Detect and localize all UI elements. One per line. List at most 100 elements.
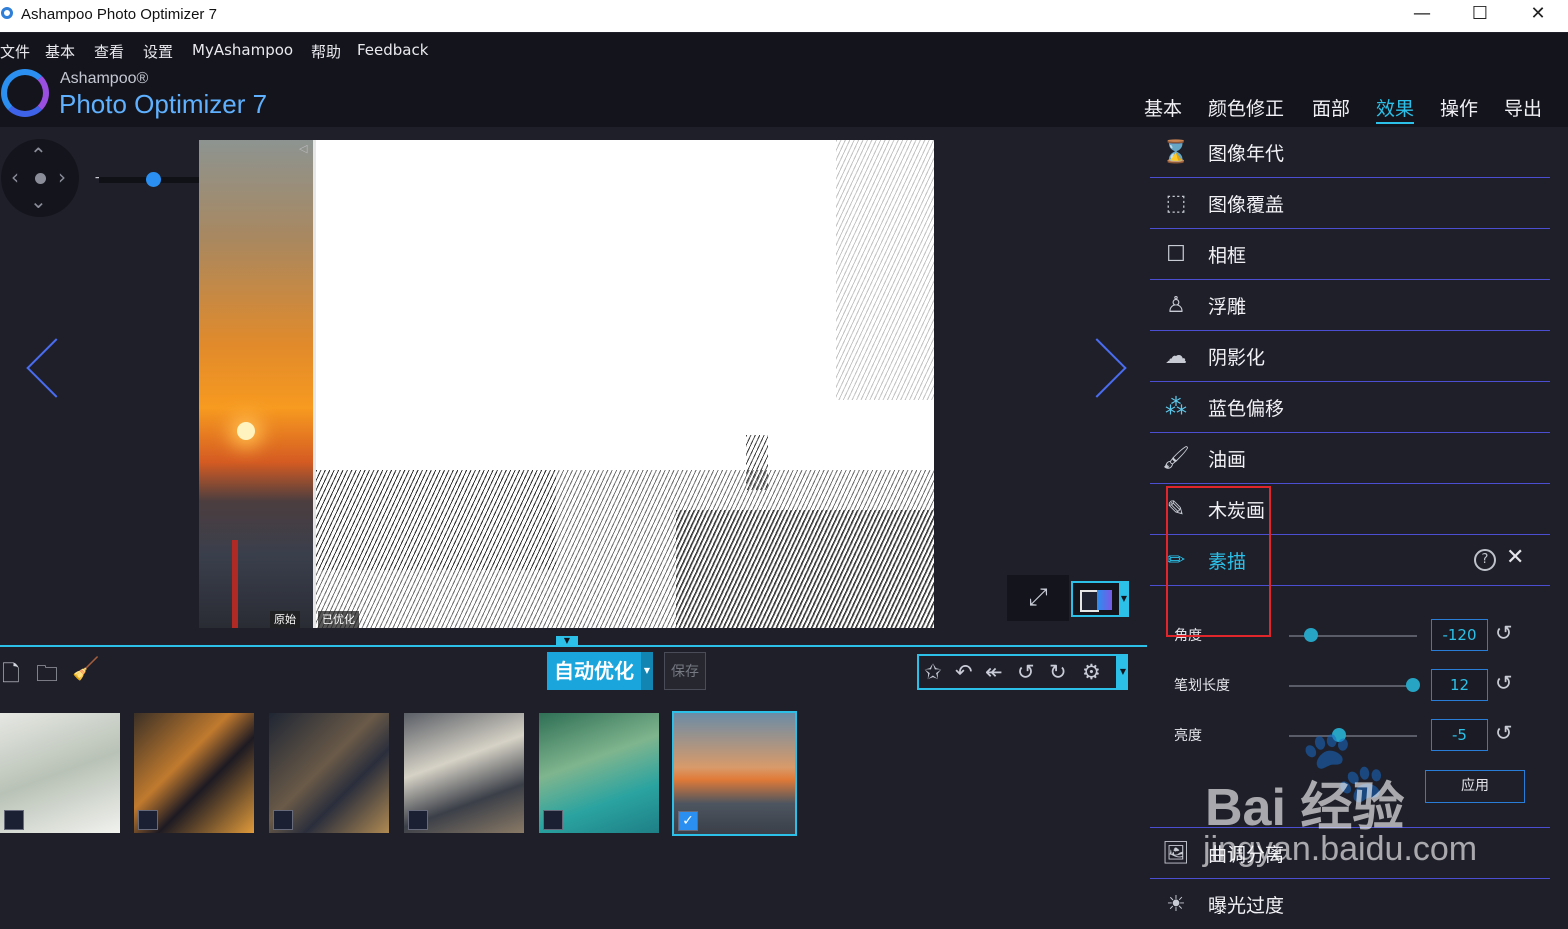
pan-control[interactable]: ⌃ ‹ › ⌄ (1, 139, 79, 217)
divider-left-icon[interactable]: ◁ (299, 142, 307, 155)
tab-export[interactable]: 导出 (1504, 94, 1542, 121)
effect-oil-painting[interactable]: 🖌 油画 (1150, 433, 1550, 484)
tab-actions[interactable]: 操作 (1440, 94, 1478, 121)
undo-all-icon[interactable]: ↞ (985, 660, 1003, 684)
effect-label: 相框 (1208, 245, 1247, 267)
apply-button[interactable]: 应用 (1425, 770, 1525, 803)
effect-shadow[interactable]: ☁ 阴影化 (1150, 331, 1550, 382)
fullscreen-icon[interactable]: ⤢ (1007, 575, 1069, 621)
hourglass-icon: ⌛ (1162, 140, 1190, 165)
thumbnail[interactable] (269, 713, 389, 833)
thumbnail-checkbox-checked[interactable]: ✓ (678, 811, 698, 831)
tab-color-correction[interactable]: 颜色修正 (1208, 94, 1284, 121)
tower-graphic (232, 540, 238, 628)
effect-label: 蓝色偏移 (1208, 398, 1285, 420)
thumbnail-checkbox[interactable] (543, 810, 563, 830)
zoom-slider-handle[interactable] (146, 172, 161, 187)
effect-frame[interactable]: ☐ 相框 (1150, 229, 1550, 280)
label-optimized: 已优化 (318, 611, 359, 628)
tab-basic[interactable]: 基本 (1144, 94, 1182, 121)
param-angle-handle[interactable] (1303, 628, 1318, 642)
effect-image-age[interactable]: ⌛ 图像年代 (1150, 127, 1550, 178)
emboss-icon: ♙ (1166, 293, 1186, 318)
menu-help[interactable]: 帮助 (311, 41, 341, 62)
close-window-button[interactable]: ✕ (1512, 0, 1564, 30)
thumbnail[interactable] (404, 713, 524, 833)
save-button[interactable]: 保存 (664, 652, 706, 690)
reset-angle-icon[interactable]: ↺ (1495, 621, 1513, 645)
effect-label: 浮雕 (1208, 296, 1247, 318)
sketch-hatch (316, 470, 556, 570)
tab-face[interactable]: 面部 (1312, 94, 1350, 121)
pan-up-icon[interactable]: ⌃ (30, 145, 47, 165)
param-brightness-value[interactable]: -5 (1431, 719, 1488, 751)
previous-image-icon[interactable] (26, 338, 86, 398)
rotate-right-icon[interactable]: ↻ (1049, 660, 1067, 684)
thumbnail-checkbox[interactable] (408, 810, 428, 830)
menu-feedback[interactable]: Feedback (357, 41, 428, 59)
menu-myashampoo[interactable]: MyAshampoo (192, 41, 293, 59)
tab-effects[interactable]: 效果 (1376, 94, 1415, 124)
image-overlay-icon: ⬚ (1165, 191, 1187, 216)
menu-settings[interactable]: 设置 (143, 41, 173, 62)
effect-label: 阴影化 (1208, 347, 1266, 369)
color-dots-icon: ⁂ (1165, 395, 1187, 420)
logo-icon (1, 69, 49, 117)
brand-product: Photo Optimizer 7 (59, 89, 268, 119)
thumbnail-checkbox[interactable] (138, 810, 158, 830)
param-angle-value[interactable]: -120 (1431, 619, 1488, 651)
label-original: 原始 (270, 611, 300, 628)
sketch-hatch (746, 435, 768, 490)
param-stroke-length-slider[interactable] (1289, 685, 1417, 687)
app-header: Ashampoo® Photo Optimizer 7 基本 颜色修正 面部 效… (0, 67, 1568, 127)
effect-overexposure[interactable]: ☀ 曝光过度 (1150, 879, 1550, 929)
add-folder-icon[interactable]: 🗀 (36, 657, 58, 695)
param-stroke-length-value[interactable]: 12 (1431, 669, 1488, 701)
effect-label: 油画 (1208, 449, 1247, 471)
sketch-hatch (836, 140, 934, 400)
favorite-stars-icon[interactable]: ✩ (924, 660, 942, 684)
collapse-filmstrip-icon[interactable]: ▼ (556, 636, 578, 646)
pan-down-icon[interactable]: ⌄ (30, 191, 47, 211)
pan-left-icon[interactable]: ‹ (11, 167, 19, 187)
pan-right-icon[interactable]: › (58, 167, 66, 187)
reset-stroke-length-icon[interactable]: ↺ (1495, 671, 1513, 695)
optimized-photo (316, 140, 934, 628)
pan-center-icon[interactable] (35, 173, 46, 184)
compare-dropdown-icon[interactable]: ▼ (1119, 581, 1129, 617)
thumbnail-selected[interactable]: ✓ (672, 711, 797, 836)
menu-view[interactable]: 查看 (94, 41, 124, 62)
effect-label: 曝光过度 (1208, 895, 1285, 917)
thumbnail-checkbox[interactable] (273, 810, 293, 830)
auto-optimize-button[interactable]: 自动优化 (547, 652, 641, 690)
clean-broom-icon[interactable]: 🧹 (72, 657, 99, 682)
settings-gear-icon[interactable]: ⚙ (1082, 660, 1101, 684)
reset-brightness-icon[interactable]: ↺ (1495, 721, 1513, 745)
compare-mode-button[interactable] (1071, 581, 1123, 617)
rotate-left-icon[interactable]: ↺ (1017, 660, 1035, 684)
undo-icon[interactable]: ↶ (955, 660, 973, 684)
maximize-button[interactable]: ☐ (1454, 0, 1506, 30)
close-icon[interactable]: ✕ (1506, 545, 1524, 570)
effect-image-overlay[interactable]: ⬚ 图像覆盖 (1150, 178, 1550, 229)
menu-file[interactable]: 文件 (0, 41, 30, 62)
sketch-hatch (676, 510, 934, 628)
menu-basic[interactable]: 基本 (45, 41, 75, 62)
minimize-button[interactable]: — (1396, 0, 1448, 30)
thumbnail[interactable] (134, 713, 254, 833)
auto-optimize-dropdown-icon[interactable]: ▼ (641, 652, 653, 690)
thumbnail[interactable] (0, 713, 120, 833)
cloud-shadow-icon: ☁ (1165, 344, 1187, 369)
filmstrip: ✓ (0, 703, 1147, 904)
next-image-icon[interactable] (1067, 338, 1127, 398)
thumbnail-checkbox[interactable] (4, 810, 24, 830)
sun-icon: ☀ (1166, 892, 1186, 917)
effect-emboss[interactable]: ♙ 浮雕 (1150, 280, 1550, 331)
param-stroke-length-handle[interactable] (1406, 678, 1421, 692)
effect-label: 图像年代 (1208, 143, 1285, 165)
help-icon[interactable]: ? (1474, 549, 1496, 571)
new-file-icon[interactable]: 🗋 (2, 657, 20, 695)
thumbnail[interactable] (539, 713, 659, 833)
effect-blue-shift[interactable]: ⁂ 蓝色偏移 (1150, 382, 1550, 433)
tools-dropdown-icon[interactable]: ▼ (1118, 654, 1128, 690)
